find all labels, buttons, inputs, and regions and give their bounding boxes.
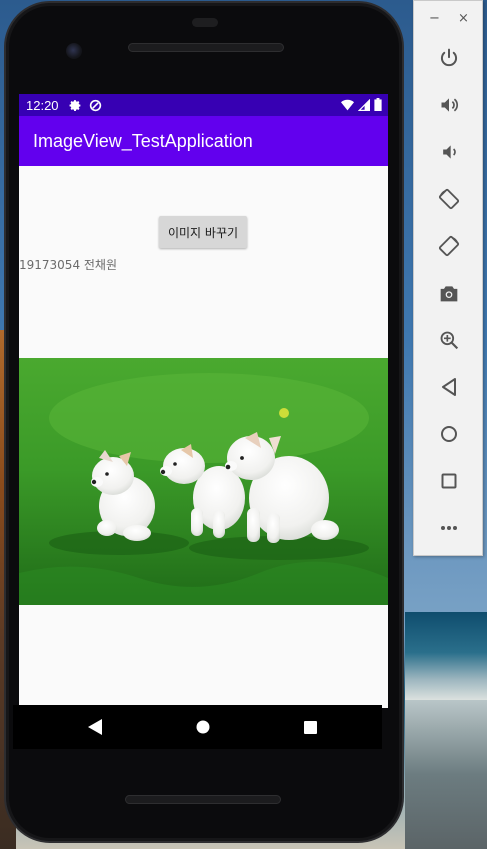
status-time: 12:20 [26,97,59,113]
rotate-left-icon[interactable] [437,187,461,211]
navigation-bar [13,705,382,749]
emulator-toolbar: − × [413,0,483,556]
overview-icon[interactable] [437,469,461,493]
wifi-icon [341,99,354,114]
recents-icon[interactable] [300,717,320,737]
data-saver-icon [89,99,102,112]
puppies-image [19,358,388,605]
home-icon[interactable] [193,717,213,737]
camera-icon[interactable] [437,281,461,305]
front-camera [66,43,82,59]
status-bar: 12:20 [19,94,388,116]
bottom-speaker-grille [125,795,281,804]
settings-icon [69,99,82,112]
signal-icon [357,98,370,114]
home-icon[interactable] [437,422,461,446]
desktop-wallpaper-shore [405,700,487,849]
more-icon[interactable] [437,516,461,540]
window-controls: − × [414,11,484,29]
back-icon[interactable] [437,375,461,399]
device-screen: 12:20 ImageView_TestApplication 이미지 바꾸기 … [19,94,388,708]
battery-icon [374,98,382,114]
desktop-wallpaper-sea [405,612,487,702]
app-bar: ImageView_TestApplication [19,116,388,166]
close-button[interactable]: × [458,11,469,26]
rotate-right-icon[interactable] [437,234,461,258]
back-icon[interactable] [85,717,105,737]
zoom-icon[interactable] [437,328,461,352]
volume-up-icon[interactable] [437,93,461,117]
top-speaker-grille [128,43,284,52]
sensor-slot [192,18,218,27]
app-title: ImageView_TestApplication [33,130,253,151]
volume-down-icon[interactable] [437,140,461,164]
power-icon[interactable] [437,46,461,70]
change-image-button[interactable]: 이미지 바꾸기 [159,216,247,248]
minimize-button[interactable]: − [429,11,440,26]
student-caption: 19173054 전채원 [19,258,118,272]
